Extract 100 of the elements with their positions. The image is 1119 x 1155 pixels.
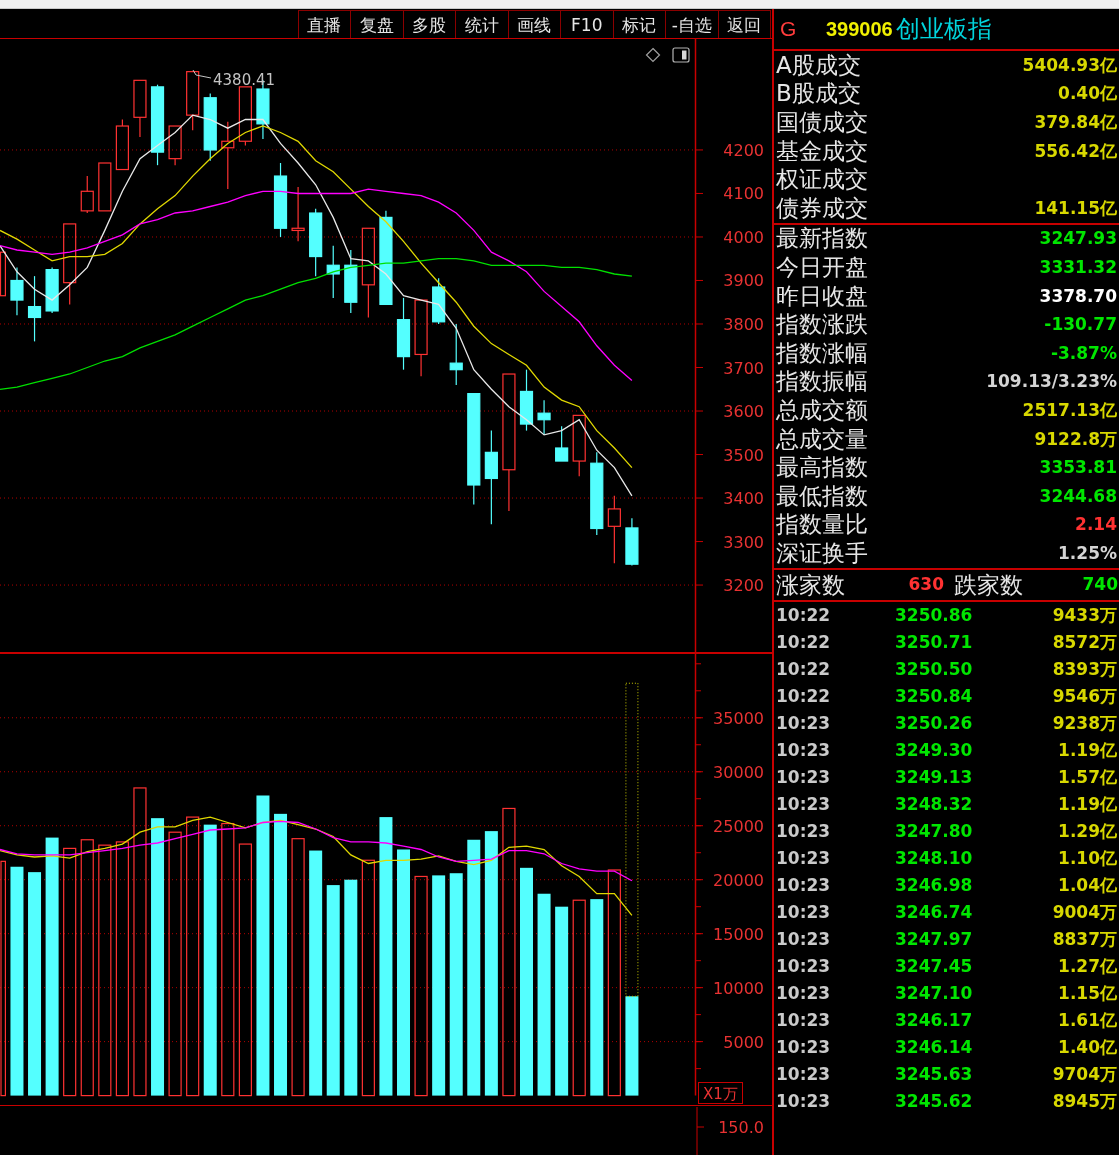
stat-label: 总成交额	[776, 398, 868, 422]
tick-volume: 1.15亿	[1057, 984, 1117, 1002]
rise-count-label: 涨家数	[776, 572, 846, 597]
tick-volume: 1.27亿	[1057, 957, 1117, 975]
tick-volume: 9546万	[1051, 687, 1117, 705]
stat-value: 2.14	[1075, 516, 1117, 534]
stat-label: 指数涨跌	[776, 313, 868, 337]
fall-count: 740	[1081, 572, 1118, 596]
tick-time: 10:23	[776, 741, 832, 759]
stat-label: 指数振幅	[776, 370, 868, 394]
candle	[625, 517, 639, 567]
candle	[519, 369, 534, 432]
tick-volume: 1.19亿	[1057, 741, 1117, 759]
tick-price: 3250.71	[895, 633, 974, 651]
stat-value: 1.25%	[1058, 544, 1117, 562]
tick-price: 3247.45	[895, 957, 974, 975]
candle	[203, 92, 217, 162]
rise-count: 630	[907, 572, 944, 596]
stat-value: 379.84亿	[1034, 114, 1117, 131]
tick-price: 3248.32	[895, 795, 974, 813]
axis-label: 10000	[713, 978, 764, 998]
candle	[607, 495, 621, 564]
tick-price: 3250.26	[895, 714, 974, 732]
candle	[168, 125, 182, 166]
tick-time: 10:23	[776, 849, 832, 867]
candle	[221, 121, 235, 190]
candle	[27, 275, 42, 342]
stat-value: 3247.93	[1039, 230, 1117, 248]
tick-time: 10:23	[776, 876, 832, 894]
tick-price: 3249.13	[895, 768, 974, 786]
candle	[133, 79, 147, 138]
stat-value: 0.40亿	[1058, 85, 1117, 103]
toolbar-button[interactable]: 返回	[717, 10, 771, 38]
stat-value: -130.77	[1044, 316, 1117, 334]
candle	[80, 175, 94, 214]
fall-count-label: 跌家数	[954, 572, 1024, 597]
tick-volume: 1.19亿	[1057, 795, 1117, 813]
tick-price: 3247.10	[895, 984, 974, 1002]
stat-label: B股成交	[776, 82, 861, 106]
candle	[0, 251, 6, 297]
tick-price: 3246.74	[895, 903, 974, 921]
diamond-icon[interactable]	[645, 47, 661, 63]
toolbar-button[interactable]: 直播	[297, 10, 351, 38]
stat-label: 权证成交	[776, 168, 868, 192]
index-name: 创业板指	[895, 14, 992, 45]
tick-price: 3249.30	[895, 741, 974, 759]
tick-price: 3248.10	[895, 849, 974, 867]
tick-price: 3250.86	[895, 606, 974, 624]
stat-value: 3331.32	[1039, 258, 1117, 276]
stat-label: 深证换手	[776, 541, 868, 565]
tick-price: 3250.84	[895, 687, 974, 705]
stat-label: 债券成交	[776, 196, 868, 220]
tick-volume: 1.04亿	[1057, 876, 1117, 894]
tick-price: 3247.80	[895, 822, 974, 840]
candle	[344, 249, 358, 314]
tick-time: 10:23	[776, 957, 832, 975]
candle	[572, 414, 586, 477]
stat-label: 昨日收盘	[776, 284, 868, 308]
candle	[449, 323, 463, 386]
candle	[98, 162, 112, 212]
tick-volume: 9004万	[1051, 903, 1117, 921]
tick-time: 10:23	[776, 768, 832, 786]
tick-time: 10:23	[776, 714, 832, 732]
candle	[10, 266, 24, 316]
tick-time: 10:23	[776, 903, 832, 921]
axis-label: 3900	[723, 271, 764, 291]
tick-price: 3245.62	[895, 1092, 974, 1110]
axis-label: 3700	[723, 358, 764, 378]
split-panel-icon[interactable]	[672, 47, 690, 63]
tick-time: 10:23	[776, 795, 832, 813]
axis-label: 3800	[723, 315, 764, 334]
axis-label: 3400	[723, 489, 764, 509]
stat-label: 指数量比	[776, 513, 868, 537]
axis-label: 35000	[713, 708, 764, 728]
tick-price: 3245.63	[895, 1065, 974, 1083]
axis-label: 5000	[723, 1032, 764, 1052]
tick-time: 10:23	[776, 984, 832, 1002]
candle	[45, 266, 59, 314]
axis-label: 4100	[723, 184, 764, 204]
tick-price: 3246.98	[895, 876, 974, 894]
axis-label: 3300	[723, 532, 764, 552]
unit-label: X1万	[698, 1082, 743, 1104]
tick-volume: 1.29亿	[1057, 822, 1117, 840]
stat-label: 总成交量	[776, 427, 868, 451]
axis-label: 25000	[713, 816, 764, 836]
tick-time: 10:22	[776, 606, 832, 624]
stat-label: 今日开盘	[776, 255, 868, 279]
stat-label: 指数涨幅	[776, 341, 868, 365]
stat-label: 国债成交	[776, 111, 868, 134]
tick-time: 10:22	[776, 687, 832, 705]
stat-value: 3353.81	[1039, 459, 1117, 477]
tick-time: 10:23	[776, 1065, 832, 1083]
tick-time: 10:23	[776, 1011, 832, 1029]
stat-value: -3.87%	[1050, 344, 1117, 362]
stat-value: 9122.8万	[1034, 430, 1117, 448]
candle	[432, 277, 446, 325]
stat-label: 最低指数	[776, 484, 868, 508]
high-price-label: 4380.41	[213, 71, 276, 89]
candle	[186, 71, 200, 131]
tick-volume: 8837万	[1051, 930, 1117, 948]
